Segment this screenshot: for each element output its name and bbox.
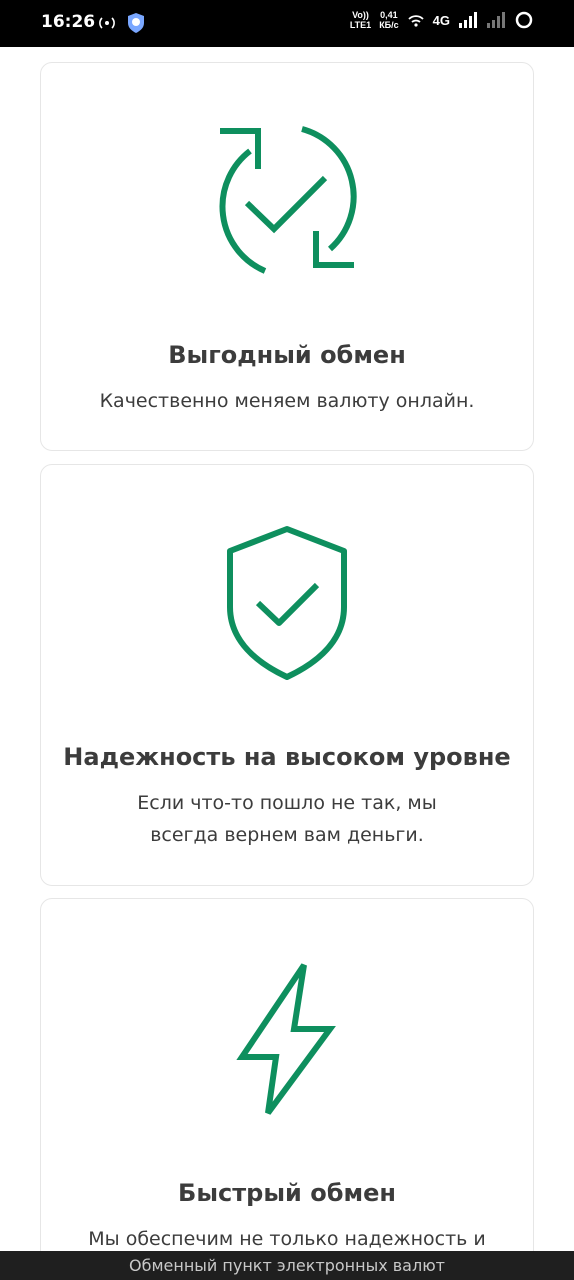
feature-card-fast: Быстрый обмен Мы обеспечим не только над… (40, 898, 534, 1251)
signal-weak-icon (487, 12, 505, 28)
status-bar: 16:26 Vo)) LTE1 0,41 КБ/с 4G (0, 0, 574, 47)
refresh-check-icon (219, 126, 357, 274)
volte-indicator: Vo)) LTE1 (350, 10, 371, 30)
volte-label: Vo)) (352, 10, 369, 20)
refresh-check-icon-wrap (41, 121, 533, 281)
card-text: Если что-то пошло не так, мы всегда верн… (137, 792, 437, 846)
feature-card-profitable: Выгодный обмен Качественно меняем валюту… (40, 62, 534, 451)
bottom-title: Обменный пункт электронных валют (128, 1256, 445, 1275)
battery-icon (515, 11, 533, 29)
status-time: 16:26 (41, 12, 96, 32)
feature-card-reliability: Надежность на высоком уровне Если что-то… (40, 464, 534, 886)
card-title: Быстрый обмен (178, 1179, 396, 1207)
signal-icon (459, 12, 477, 28)
shield-app-icon (128, 13, 144, 33)
card-title: Выгодный обмен (168, 341, 406, 369)
lightning-icon-wrap (41, 959, 533, 1119)
shield-check-icon-wrap (41, 525, 533, 681)
network-speed-unit: КБ/с (379, 20, 399, 30)
status-left-icons (96, 12, 146, 34)
wifi-icon (408, 15, 424, 27)
hotspot-icon (99, 17, 115, 29)
lightning-icon (236, 963, 336, 1115)
status-right: Vo)) LTE1 0,41 КБ/с 4G (350, 10, 534, 30)
card-title: Надежность на высоком уровне (63, 743, 511, 771)
shield-check-icon (227, 526, 347, 680)
network-speed-value: 0,41 (380, 10, 398, 20)
main-content[interactable]: Выгодный обмен Качественно меняем валюту… (0, 47, 574, 1251)
card-text: Качественно меняем валюту онлайн. (99, 390, 475, 412)
lte-label: LTE1 (349, 20, 372, 30)
card-text: Мы обеспечим не только надежность и (88, 1228, 486, 1250)
network-speed: 0,41 КБ/с (379, 10, 398, 30)
bottom-title-bar: Обменный пункт электронных валют (0, 1251, 574, 1280)
network-type: 4G (432, 12, 450, 28)
